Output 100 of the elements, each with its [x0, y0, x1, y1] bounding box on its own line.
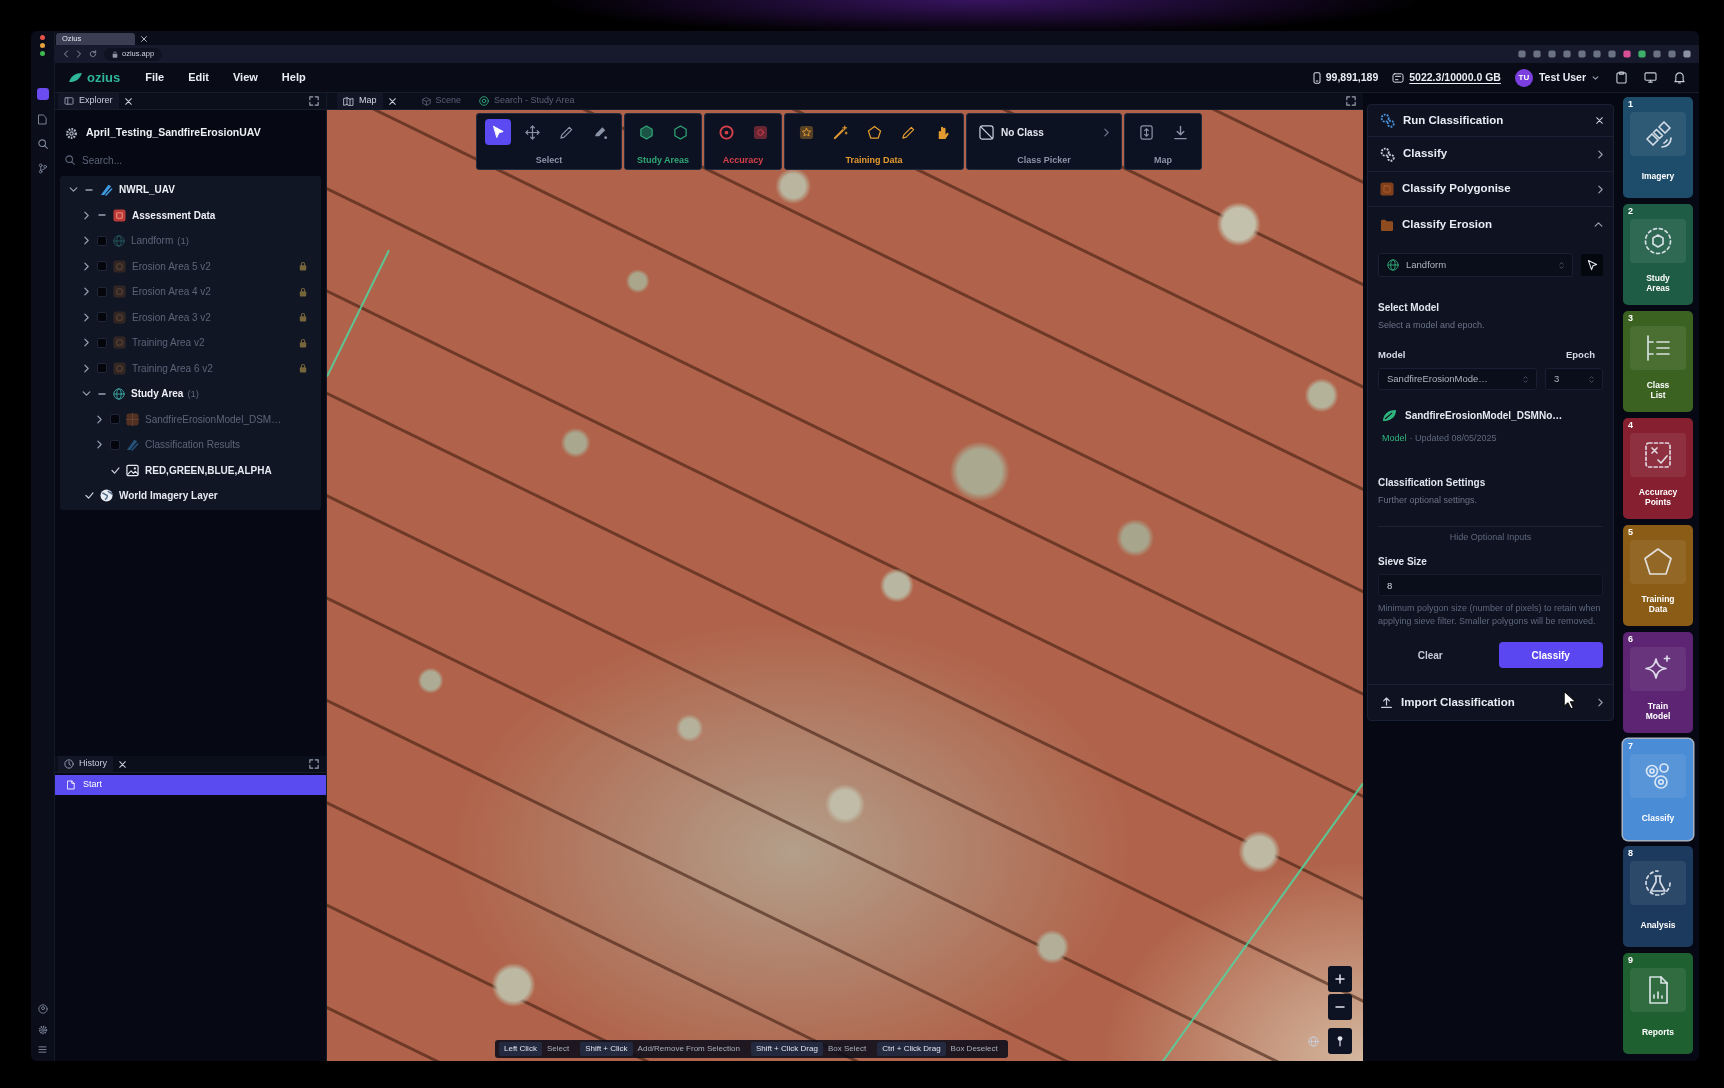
chevron-up-icon[interactable] [1594, 222, 1603, 227]
workflow-tile[interactable]: 2 Study Areas [1623, 204, 1693, 305]
model-select[interactable]: SandfireErosionMode… [1378, 368, 1537, 390]
locate-button[interactable] [1328, 1028, 1352, 1054]
close-icon[interactable] [124, 97, 132, 105]
section-title[interactable]: Classify Erosion [1402, 215, 1493, 234]
chevron-right-icon[interactable] [1598, 184, 1603, 194]
close-icon[interactable] [141, 35, 147, 42]
expand-icon[interactable] [1346, 96, 1356, 106]
globe-icon [100, 489, 113, 503]
clock-icon [64, 759, 74, 769]
zoom-out-button[interactable] [1328, 994, 1352, 1020]
reload-icon[interactable] [89, 50, 97, 58]
visibility-checkbox[interactable] [110, 414, 120, 425]
visibility-checkbox[interactable] [110, 439, 120, 450]
folder-tile-icon [113, 208, 126, 222]
chevron-right-icon[interactable] [83, 338, 89, 348]
workflow-tile[interactable]: 8 Analysis [1623, 846, 1693, 947]
chevron-right-icon[interactable] [96, 440, 102, 450]
workflow-tile[interactable]: 9 Reports [1623, 953, 1693, 1054]
explorer-tab[interactable]: Explorer [58, 93, 119, 109]
visibility-checkbox[interactable] [98, 214, 106, 217]
chevron-right-icon[interactable] [83, 261, 89, 271]
account-icon[interactable] [37, 1004, 48, 1014]
close-icon[interactable] [388, 97, 396, 105]
chevron-right-icon[interactable] [83, 287, 89, 297]
menu-icon[interactable] [38, 1046, 47, 1053]
model-name: SandfireErosionModel_DSMNo… [1405, 409, 1563, 423]
pentagon-icon [866, 124, 882, 140]
credit-balance: 99,891,189 [1325, 69, 1379, 85]
storage-usage-link[interactable]: 5022.3/10000.0 GB [1409, 69, 1501, 86]
search-field[interactable]: Search... [82, 152, 282, 168]
caret-down-icon[interactable] [1592, 75, 1599, 80]
expand-icon[interactable] [309, 96, 319, 106]
upload-icon [1380, 696, 1393, 709]
chevron-right-icon[interactable] [1598, 698, 1603, 707]
workflow-tile[interactable]: 3 Class List [1623, 311, 1693, 412]
menu-item[interactable]: View [228, 67, 262, 88]
branch-icon[interactable] [38, 163, 47, 174]
workflow-tile[interactable]: 6 Train Model [1623, 632, 1693, 733]
visibility-checkbox[interactable] [97, 261, 107, 272]
close-icon[interactable] [1596, 117, 1603, 124]
visibility-checkbox[interactable] [97, 363, 107, 374]
workflow-tile[interactable]: 5 Training Data [1623, 525, 1693, 626]
class-picker-dropdown[interactable]: No Class [975, 119, 1113, 145]
user-name[interactable]: Test User [1538, 69, 1586, 86]
menu-item[interactable]: File [141, 67, 169, 88]
files-icon[interactable] [38, 114, 47, 125]
tool-button[interactable] [485, 119, 511, 145]
layer-name[interactable]: Assessment Data [132, 207, 216, 223]
settings-icon[interactable] [37, 1025, 48, 1035]
field-label: Sieve Size [1378, 555, 1428, 568]
menu-item[interactable]: Edit [184, 67, 213, 88]
section-title[interactable]: Classify Polygonise [1402, 180, 1511, 198]
zoom-in-button[interactable] [1328, 966, 1352, 992]
pick-layer-button[interactable] [1581, 254, 1603, 276]
layer-name[interactable]: NWRL_UAV [119, 182, 175, 198]
layer-name[interactable]: Study Area [131, 386, 184, 402]
chevron-right-icon[interactable] [83, 210, 89, 220]
chevron-right-icon[interactable] [83, 236, 89, 246]
close-icon[interactable] [119, 760, 126, 768]
clear-button[interactable]: Clear [1378, 642, 1483, 668]
visibility-checkbox[interactable] [97, 235, 107, 246]
chevron-down-icon[interactable] [68, 187, 78, 193]
search-icon[interactable] [37, 139, 48, 149]
app-icon[interactable] [36, 88, 49, 100]
user-avatar[interactable]: TU [1514, 68, 1533, 87]
chevron-right-icon[interactable] [83, 312, 89, 322]
layer-name[interactable]: World Imagery Layer [119, 488, 218, 504]
shortcut-key: Left Click [499, 1042, 542, 1056]
chevron-right-icon[interactable] [96, 414, 102, 424]
globe-icon [1308, 1036, 1319, 1048]
epoch-select[interactable]: 3 [1545, 368, 1603, 390]
history-tab[interactable]: History [58, 756, 113, 772]
pencil-icon [900, 124, 916, 140]
layer-name[interactable]: RED,GREEN,BLUE,ALPHA [145, 462, 272, 478]
layer-select[interactable]: Landform [1378, 253, 1573, 277]
section-title[interactable]: Classify [1403, 145, 1448, 163]
visibility-checkbox[interactable] [85, 188, 93, 191]
visibility-checkbox[interactable] [97, 286, 107, 297]
map-tab[interactable]: Map [337, 93, 383, 109]
monitor-icon[interactable] [1644, 72, 1657, 83]
notification-bell-icon[interactable] [1674, 71, 1685, 84]
classify-button[interactable]: Classify [1498, 642, 1603, 668]
visibility-checkbox[interactable] [98, 392, 106, 395]
menu-item[interactable]: Help [277, 67, 310, 88]
section-title[interactable]: Import Classification [1401, 693, 1515, 712]
clipboard-icon[interactable] [1616, 71, 1627, 84]
workflow-tile[interactable]: 1 Imagery [1623, 97, 1693, 198]
chevron-right-icon[interactable] [83, 363, 89, 373]
expand-icon[interactable] [309, 759, 319, 769]
chevron-down-icon[interactable] [81, 391, 91, 397]
sieve-size-field[interactable]: 8 [1378, 574, 1603, 596]
history-item[interactable]: Start [55, 775, 326, 795]
workflow-tile[interactable]: 4 Accuracy Points [1623, 418, 1693, 519]
chevron-right-icon[interactable] [1598, 149, 1603, 159]
workflow-tile[interactable]: 7 Classify [1623, 739, 1693, 840]
map-icon [343, 96, 354, 106]
visibility-checkbox[interactable] [97, 312, 107, 323]
visibility-checkbox[interactable] [97, 337, 107, 348]
